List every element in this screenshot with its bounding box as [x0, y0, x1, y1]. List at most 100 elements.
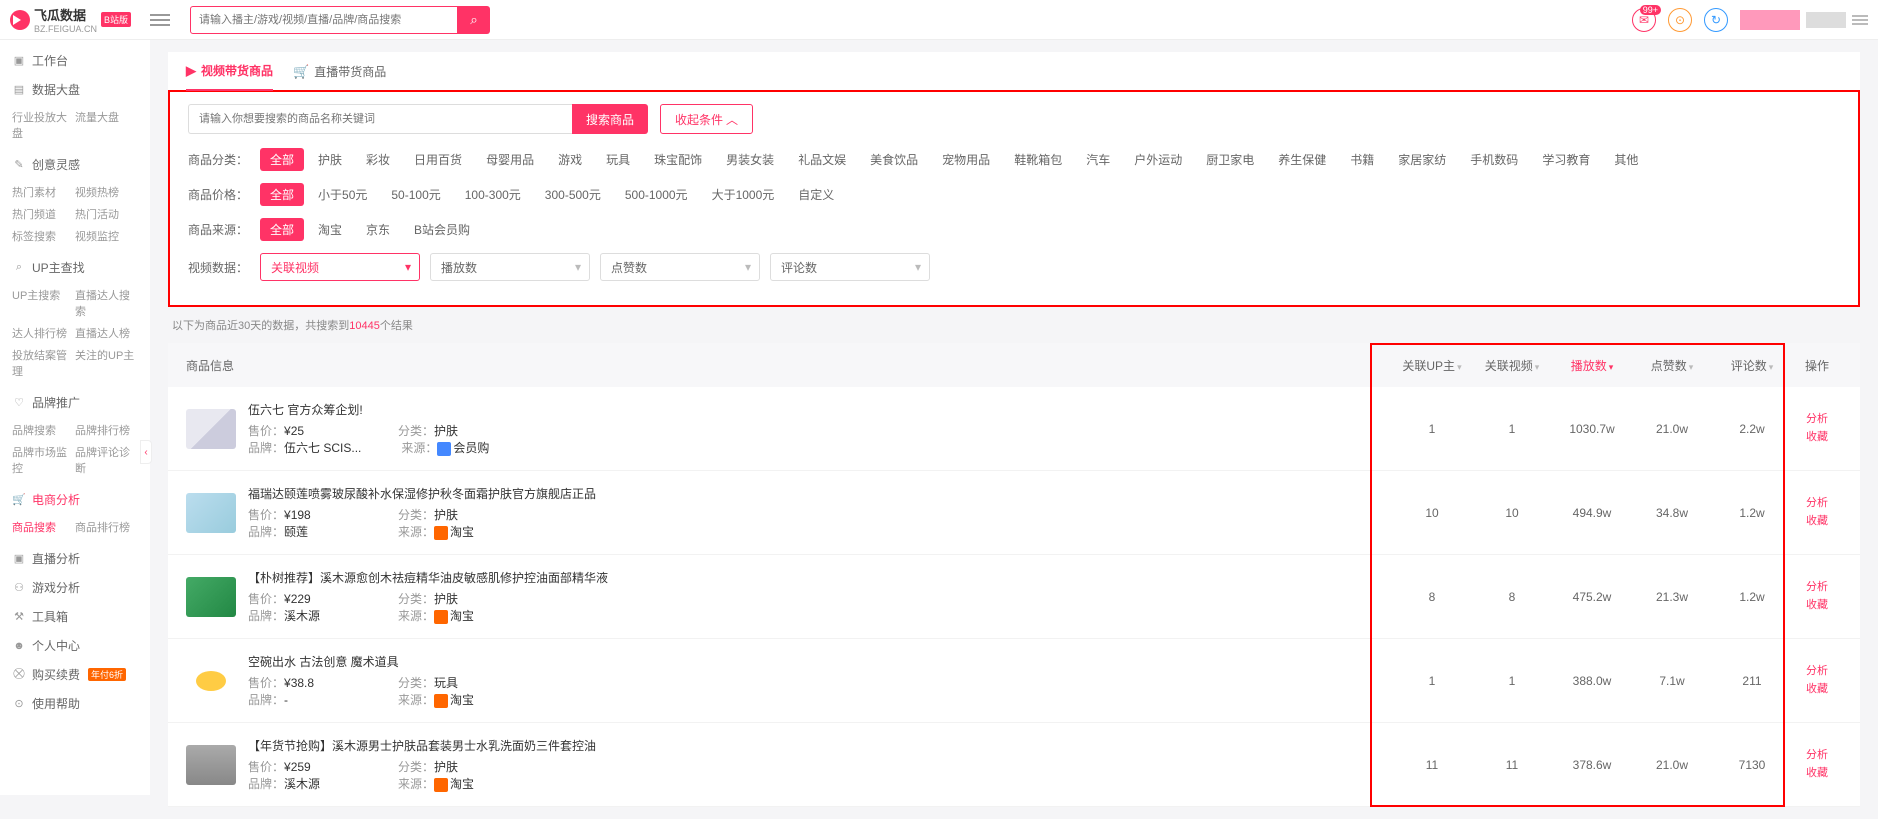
sidebar-sub-3-5[interactable]: 关注的UP主 — [75, 344, 138, 382]
filter-tag-0-1[interactable]: 护肤 — [308, 148, 352, 171]
filter-tag-0-7[interactable]: 珠宝配饰 — [644, 148, 712, 171]
filter-tag-0-16[interactable]: 养生保健 — [1268, 148, 1336, 171]
fav-link[interactable]: 收藏 — [1792, 513, 1842, 531]
col-up[interactable]: 关联UP主▾ — [1392, 357, 1472, 374]
sidebar-sub-4-3[interactable]: 品牌评论诊断 — [75, 441, 138, 479]
calendar-icon[interactable]: ⊙ — [1668, 8, 1692, 32]
filter-tag-0-18[interactable]: 家居家纺 — [1388, 148, 1456, 171]
filter-tag-0-10[interactable]: 美食饮品 — [860, 148, 928, 171]
analyze-link[interactable]: 分析 — [1792, 495, 1842, 513]
filter-tag-1-0[interactable]: 全部 — [260, 183, 304, 206]
analyze-link[interactable]: 分析 — [1792, 411, 1842, 429]
top-search-button[interactable]: ⌕ — [458, 6, 490, 34]
sidebar-item-6[interactable]: ▣直播分析 — [0, 544, 150, 573]
product-search-input[interactable] — [188, 104, 572, 134]
filter-tag-1-4[interactable]: 300-500元 — [535, 183, 611, 206]
filter-select-1[interactable]: 播放数 — [430, 253, 590, 281]
filter-tag-0-8[interactable]: 男装女装 — [716, 148, 784, 171]
analyze-link[interactable]: 分析 — [1792, 579, 1842, 597]
sidebar-item-10[interactable]: ⛒购买续费年付6折 — [0, 660, 150, 689]
sidebar-sub-4-0[interactable]: 品牌搜索 — [12, 419, 75, 441]
sidebar-sub-3-0[interactable]: UP主搜索 — [12, 284, 75, 322]
sidebar-item-11[interactable]: ⊙使用帮助 — [0, 689, 150, 718]
filter-tag-0-20[interactable]: 学习教育 — [1532, 148, 1600, 171]
analyze-link[interactable]: 分析 — [1792, 663, 1842, 681]
filter-tag-1-3[interactable]: 100-300元 — [455, 183, 531, 206]
filter-tag-0-15[interactable]: 厨卫家电 — [1196, 148, 1264, 171]
filter-tag-0-21[interactable]: 其他 — [1604, 148, 1648, 171]
product-search-button[interactable]: 搜索商品 — [572, 104, 648, 134]
filter-tag-2-0[interactable]: 全部 — [260, 218, 304, 241]
message-icon[interactable]: ✉99+ — [1632, 8, 1656, 32]
filter-tag-0-3[interactable]: 日用百货 — [404, 148, 472, 171]
filter-tag-0-5[interactable]: 游戏 — [548, 148, 592, 171]
filter-select-2[interactable]: 点赞数 — [600, 253, 760, 281]
product-title[interactable]: 【年货节抢购】溪木源男士护肤品套装男士水乳洗面奶三件套控油 — [248, 737, 1392, 754]
top-search-input[interactable] — [190, 6, 458, 34]
product-thumb[interactable] — [186, 493, 236, 533]
sidebar-sub-2-1[interactable]: 视频热榜 — [75, 181, 138, 203]
sidebar-sub-1-1[interactable]: 流量大盘 — [75, 106, 138, 144]
product-thumb[interactable] — [186, 409, 236, 449]
sidebar-sub-4-1[interactable]: 品牌排行榜 — [75, 419, 138, 441]
sidebar-sub-4-2[interactable]: 品牌市场监控 — [12, 441, 75, 479]
fav-link[interactable]: 收藏 — [1792, 429, 1842, 447]
product-title[interactable]: 伍六七 官方众筹企划! — [248, 401, 1392, 418]
filter-tag-0-4[interactable]: 母婴用品 — [476, 148, 544, 171]
user-block[interactable] — [1740, 10, 1868, 30]
sidebar-sub-2-3[interactable]: 热门活动 — [75, 203, 138, 225]
logo[interactable]: 飞瓜数据 BZ.FEIGUA.CN B站版 — [10, 5, 140, 34]
filter-tag-0-19[interactable]: 手机数码 — [1460, 148, 1528, 171]
analyze-link[interactable]: 分析 — [1792, 747, 1842, 765]
filter-tag-0-9[interactable]: 礼品文娱 — [788, 148, 856, 171]
filter-tag-0-13[interactable]: 汽车 — [1076, 148, 1120, 171]
user-menu-icon[interactable] — [1852, 15, 1868, 25]
fav-link[interactable]: 收藏 — [1792, 681, 1842, 699]
fav-link[interactable]: 收藏 — [1792, 765, 1842, 783]
sidebar-item-7[interactable]: ⚇游戏分析 — [0, 573, 150, 602]
refresh-icon[interactable]: ↻ — [1704, 8, 1728, 32]
sidebar-sub-1-0[interactable]: 行业投放大盘 — [12, 106, 75, 144]
filter-tag-0-6[interactable]: 玩具 — [596, 148, 640, 171]
sidebar-sub-5-0[interactable]: 商品搜索 — [12, 516, 75, 538]
filter-select-3[interactable]: 评论数 — [770, 253, 930, 281]
tab-1[interactable]: 🛒直播带货商品 — [293, 62, 386, 91]
product-title[interactable]: 福瑞达颐莲喷雾玻尿酸补水保湿修护秋冬面霜护肤官方旗舰店正品 — [248, 485, 1392, 502]
filter-tag-0-2[interactable]: 彩妆 — [356, 148, 400, 171]
tab-0[interactable]: ▶视频带货商品 — [186, 62, 273, 91]
sidebar-sub-2-2[interactable]: 热门频道 — [12, 203, 75, 225]
sidebar-sub-3-1[interactable]: 直播达人搜索 — [75, 284, 138, 322]
col-play[interactable]: 播放数▾ — [1552, 357, 1632, 374]
sidebar-sub-3-4[interactable]: 投放结案管理 — [12, 344, 75, 382]
filter-tag-1-1[interactable]: 小于50元 — [308, 183, 377, 206]
filter-tag-2-1[interactable]: 淘宝 — [308, 218, 352, 241]
sidebar-item-4[interactable]: ♡品牌推广 — [0, 388, 150, 417]
filter-tag-0-11[interactable]: 宠物用品 — [932, 148, 1000, 171]
sidebar-item-8[interactable]: ⚒工具箱 — [0, 602, 150, 631]
menu-toggle-icon[interactable] — [150, 14, 170, 26]
filter-tag-1-7[interactable]: 自定义 — [788, 183, 844, 206]
sidebar-collapse-button[interactable]: ‹ — [140, 440, 152, 464]
collapse-filters-button[interactable]: 收起条件 ︿ — [660, 104, 753, 134]
col-vid[interactable]: 关联视频▾ — [1472, 357, 1552, 374]
sidebar-item-0[interactable]: ▣工作台 — [0, 46, 150, 75]
filter-tag-0-0[interactable]: 全部 — [260, 148, 304, 171]
sidebar-sub-3-2[interactable]: 达人排行榜 — [12, 322, 75, 344]
filter-tag-0-17[interactable]: 书籍 — [1340, 148, 1384, 171]
sidebar-item-9[interactable]: ☻个人中心 — [0, 631, 150, 660]
filter-tag-1-6[interactable]: 大于1000元 — [702, 183, 785, 206]
filter-select-0[interactable]: 关联视频 — [260, 253, 420, 281]
col-like[interactable]: 点赞数▾ — [1632, 357, 1712, 374]
sidebar-sub-5-1[interactable]: 商品排行榜 — [75, 516, 138, 538]
filter-tag-0-14[interactable]: 户外运动 — [1124, 148, 1192, 171]
filter-tag-1-5[interactable]: 500-1000元 — [615, 183, 698, 206]
sidebar-sub-2-4[interactable]: 标签搜索 — [12, 225, 75, 247]
sidebar-sub-3-3[interactable]: 直播达人榜 — [75, 322, 138, 344]
filter-tag-2-2[interactable]: 京东 — [356, 218, 400, 241]
fav-link[interactable]: 收藏 — [1792, 597, 1842, 615]
sidebar-item-5[interactable]: 🛒电商分析 — [0, 485, 150, 514]
product-thumb[interactable] — [186, 577, 236, 617]
product-thumb[interactable] — [186, 661, 236, 701]
product-title[interactable]: 【朴树推荐】溪木源愈创木祛痘精华油皮敏感肌修护控油面部精华液 — [248, 569, 1392, 586]
filter-tag-1-2[interactable]: 50-100元 — [381, 183, 450, 206]
